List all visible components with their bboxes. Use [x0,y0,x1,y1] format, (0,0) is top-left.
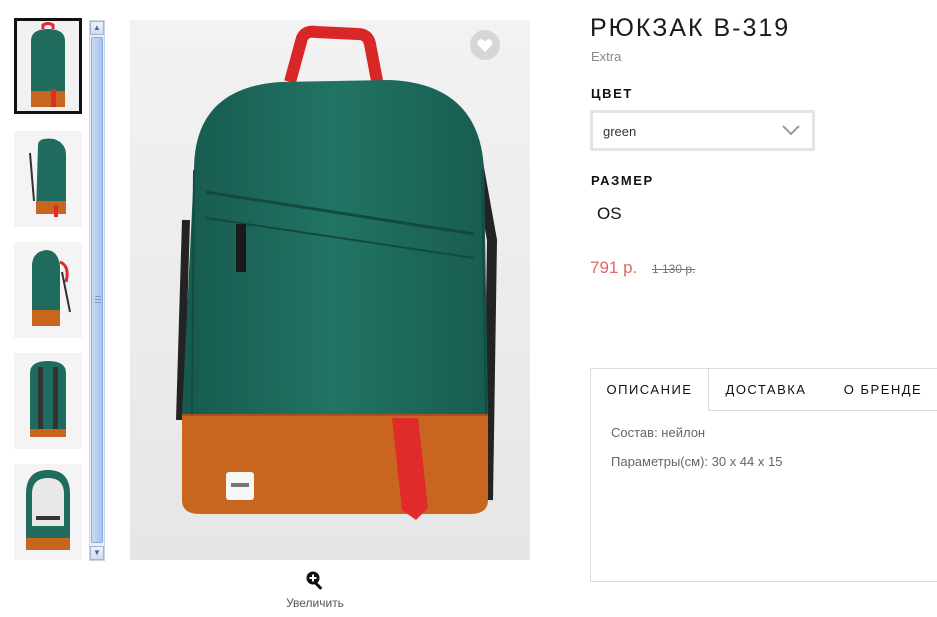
scroll-down-icon[interactable]: ▼ [90,546,104,560]
tab-delivery[interactable]: ДОСТАВКА [713,369,819,411]
scroll-up-icon[interactable]: ▲ [90,21,104,35]
composition-text: Состав: нейлон [611,425,706,440]
zoom-in-icon [306,571,323,590]
color-label: ЦВЕТ [591,86,633,101]
params-text: Параметры(см): 30 x 44 x 15 [611,454,783,469]
size-label: РАЗМЕР [591,173,654,188]
product-title: РЮКЗАК B-319 [590,14,791,42]
backpack-image [130,20,530,560]
tab-divider [709,410,937,411]
backpack-side2-thumb-image [14,242,82,338]
current-price: 791 р. [590,258,638,277]
scrollbar-grip-icon [95,296,101,303]
heart-icon [477,38,493,52]
zoom-label: Увеличить [286,596,344,610]
color-select[interactable]: green [590,110,815,151]
thumbnail-back[interactable] [14,353,82,449]
main-product-image[interactable] [130,20,530,560]
color-select-value: green [603,124,637,139]
tab-about-brand[interactable]: О БРЕНДЕ [831,369,935,411]
thumbnail-scrollbar[interactable]: ▲ ▼ [89,20,105,561]
thumbnail-front[interactable] [14,18,82,114]
thumbnail-side-left[interactable] [14,131,82,227]
tab-content-description: Состав: нейлон Параметры(см): 30 x 44 x … [611,425,782,483]
product-brand[interactable]: Extra [591,49,621,64]
thumbnail-side-right[interactable] [14,242,82,338]
backpack-side-thumb-image [14,131,82,227]
old-price: 1 130 р. [652,262,696,276]
tab-bar: ОПИСАНИЕ ДОСТАВКА О БРЕНДЕ [591,369,937,411]
tab-description[interactable]: ОПИСАНИЕ [591,369,709,411]
thumbnail-open[interactable] [14,464,82,560]
favorite-button[interactable] [470,30,500,60]
chevron-down-icon [782,125,800,136]
scrollbar-thumb[interactable] [91,37,103,543]
backpack-back-thumb-image [14,353,82,449]
size-option[interactable]: OS [597,204,622,224]
backpack-front-thumb-image [17,21,79,111]
zoom-button[interactable]: Увеличить [270,570,360,612]
info-tabs: ОПИСАНИЕ ДОСТАВКА О БРЕНДЕ Состав: нейло… [590,368,937,582]
backpack-open-thumb-image [14,464,82,560]
